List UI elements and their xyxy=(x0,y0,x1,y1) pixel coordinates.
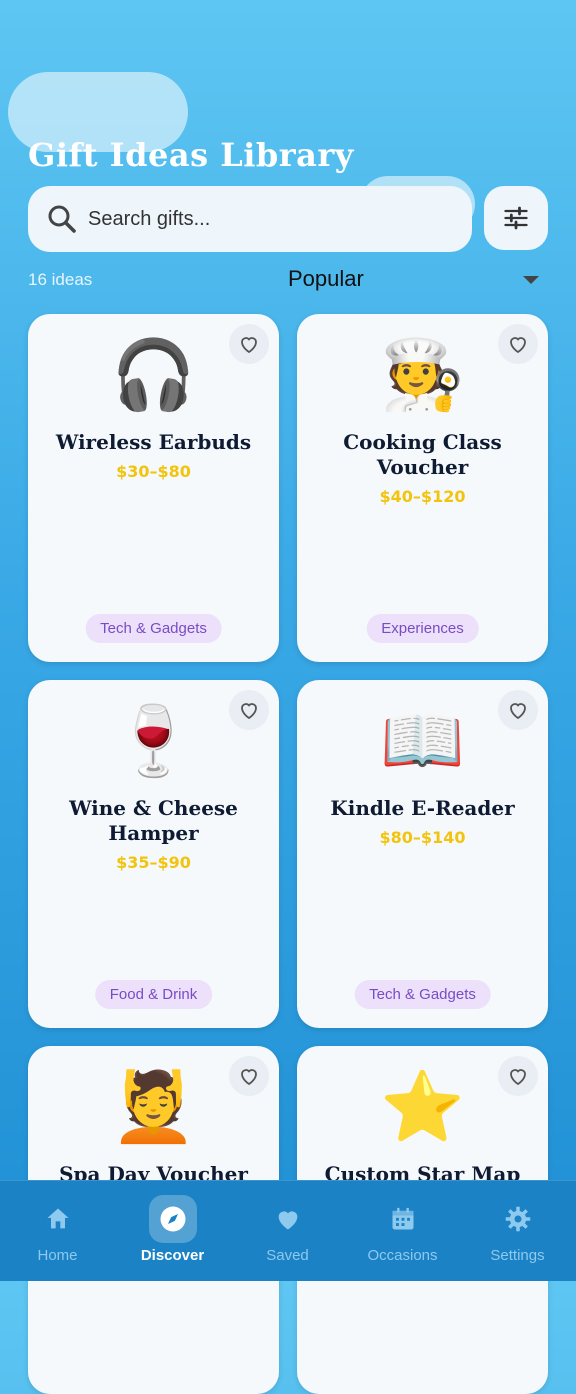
nav-item-occasions[interactable]: Occasions xyxy=(345,1181,460,1281)
nav-item-home[interactable]: Home xyxy=(0,1181,115,1281)
category-tag: Tech & Gadgets xyxy=(354,980,491,1009)
gear-icon xyxy=(505,1206,530,1232)
gift-card[interactable]: 🍷 Wine & Cheese Hamper $35–$90 Food & Dr… xyxy=(28,680,279,1028)
chevron-down-icon[interactable] xyxy=(523,276,539,284)
gift-name: Wireless Earbuds xyxy=(55,430,252,454)
gift-price: $30–$80 xyxy=(116,462,191,481)
nav-icon-container xyxy=(264,1195,312,1243)
ideas-count: 16 ideas xyxy=(28,270,93,289)
nav-icon-container xyxy=(494,1195,542,1243)
gift-title: Kindle E-Reader $80–$140 xyxy=(307,796,538,850)
nav-label: Home xyxy=(37,1247,78,1264)
filter-button[interactable] xyxy=(484,186,548,250)
gift-emoji: 📖 xyxy=(380,702,465,781)
compass-icon xyxy=(160,1206,185,1232)
nav-label: Saved xyxy=(266,1247,309,1264)
gift-emoji: ⭐ xyxy=(380,1068,465,1147)
gift-price: $80–$140 xyxy=(379,828,466,847)
gift-title: Wireless Earbuds $30–$80 xyxy=(38,430,269,484)
gift-price: $35–$90 xyxy=(116,853,191,872)
search-bar[interactable] xyxy=(28,186,472,252)
page-title: Gift Ideas Library xyxy=(28,136,354,174)
search-input[interactable] xyxy=(86,206,450,232)
gift-emoji: 🍷 xyxy=(111,702,196,781)
gift-title: Cooking Class Voucher $40–$120 xyxy=(307,430,538,509)
nav-label: Settings xyxy=(490,1247,545,1264)
nav-item-saved[interactable]: Saved xyxy=(230,1181,345,1281)
category-tag: Experiences xyxy=(366,614,479,643)
gift-emoji: 💆 xyxy=(111,1068,196,1147)
calendar-icon xyxy=(392,1207,413,1230)
gift-card[interactable]: 📖 Kindle E-Reader $80–$140 Tech & Gadget… xyxy=(297,680,548,1028)
nav-icon-container xyxy=(34,1195,82,1243)
category-tag: Tech & Gadgets xyxy=(85,614,222,643)
gift-card[interactable]: 🎧 Wireless Earbuds $30–$80 Tech & Gadget… xyxy=(28,314,279,662)
home-icon xyxy=(47,1208,68,1229)
gift-name: Kindle E-Reader xyxy=(330,796,515,820)
filter-sliders-icon xyxy=(504,206,528,230)
nav-label: Discover xyxy=(140,1247,205,1264)
bottom-nav: Home Discover Saved Occasions Settings xyxy=(0,1180,576,1281)
nav-item-settings[interactable]: Settings xyxy=(460,1181,575,1281)
heart-icon xyxy=(278,1211,297,1230)
sort-dropdown[interactable]: Popular xyxy=(288,266,364,292)
nav-icon-container xyxy=(379,1195,427,1243)
nav-icon-container xyxy=(148,1195,197,1243)
gift-card[interactable]: 🧑‍🍳 Cooking Class Voucher $40–$120 Exper… xyxy=(297,314,548,662)
gift-title: Wine & Cheese Hamper $35–$90 xyxy=(38,796,269,875)
gift-emoji: 🎧 xyxy=(111,336,196,415)
gift-emoji: 🧑‍🍳 xyxy=(380,336,465,415)
nav-item-discover[interactable]: Discover xyxy=(115,1181,230,1281)
gift-price: $40–$120 xyxy=(379,487,466,506)
category-tag: Food & Drink xyxy=(94,980,213,1009)
nav-label: Occasions xyxy=(367,1247,438,1264)
search-icon xyxy=(48,205,76,233)
gift-name: Cooking Class Voucher xyxy=(343,430,502,479)
gift-name: Wine & Cheese Hamper xyxy=(69,796,238,845)
